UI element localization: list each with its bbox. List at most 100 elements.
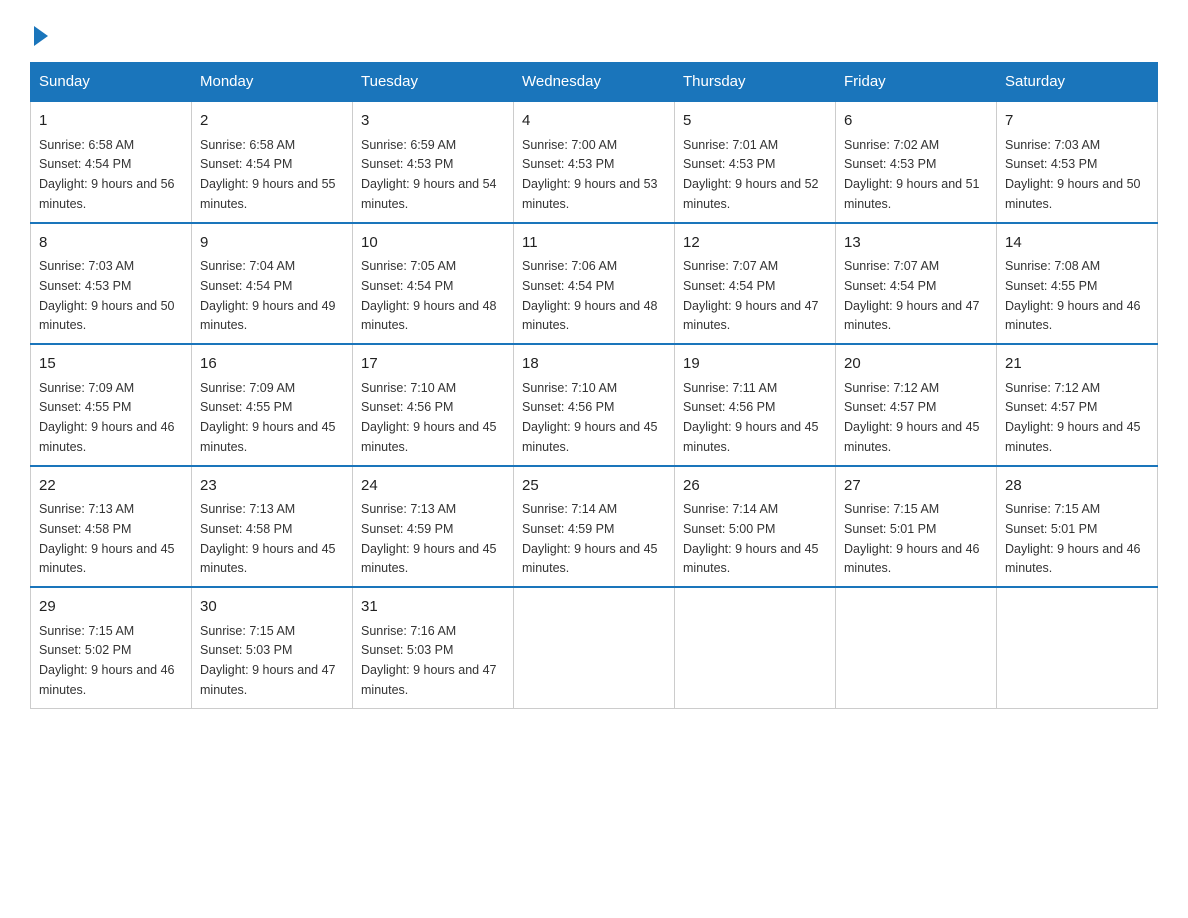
calendar-cell: 6 Sunrise: 7:02 AMSunset: 4:53 PMDaylight… [836,101,997,223]
day-number: 22 [39,475,183,498]
day-number: 29 [39,596,183,619]
calendar-cell: 4Sunrise: 7:00 AMSunset: 4:53 PMDaylight… [514,101,675,223]
day-info: Sunrise: 6:59 AMSunset: 4:53 PMDaylight:… [361,138,497,211]
day-number: 4 [522,110,666,133]
day-number: 30 [200,596,344,619]
day-number: 5 [683,110,827,133]
week-row-2: 8 Sunrise: 7:03 AMSunset: 4:53 PMDaylight… [31,223,1158,345]
day-info: Sunrise: 7:13 AMSunset: 4:58 PMDaylight:… [200,502,336,575]
day-number: 2 [200,110,344,133]
calendar-cell: 7Sunrise: 7:03 AMSunset: 4:53 PMDaylight… [997,101,1158,223]
day-info: Sunrise: 7:15 AMSunset: 5:02 PMDaylight:… [39,624,175,697]
calendar-cell: 11 Sunrise: 7:06 AMSunset: 4:54 PMDayligh… [514,223,675,345]
calendar-cell: 5 Sunrise: 7:01 AMSunset: 4:53 PMDaylight… [675,101,836,223]
weekday-header-wednesday: Wednesday [514,63,675,102]
calendar-cell: 9Sunrise: 7:04 AMSunset: 4:54 PMDaylight… [192,223,353,345]
day-number: 23 [200,475,344,498]
day-info: Sunrise: 7:13 AMSunset: 4:59 PMDaylight:… [361,502,497,575]
day-number: 31 [361,596,505,619]
day-number: 17 [361,353,505,376]
calendar-cell: 25Sunrise: 7:14 AMSunset: 4:59 PMDayligh… [514,466,675,588]
day-number: 27 [844,475,988,498]
day-info: Sunrise: 7:09 AMSunset: 4:55 PMDaylight:… [200,381,336,454]
weekday-header-friday: Friday [836,63,997,102]
day-number: 9 [200,232,344,255]
day-info: Sunrise: 7:01 AMSunset: 4:53 PMDaylight:… [683,138,819,211]
calendar-cell: 21 Sunrise: 7:12 AMSunset: 4:57 PMDayligh… [997,344,1158,466]
day-number: 11 [522,232,666,255]
week-row-1: 1 Sunrise: 6:58 AMSunset: 4:54 PMDaylight… [31,101,1158,223]
day-info: Sunrise: 7:12 AMSunset: 4:57 PMDaylight:… [844,381,980,454]
day-info: Sunrise: 7:05 AMSunset: 4:54 PMDaylight:… [361,259,497,332]
calendar-cell: 8 Sunrise: 7:03 AMSunset: 4:53 PMDaylight… [31,223,192,345]
day-number: 14 [1005,232,1149,255]
day-number: 8 [39,232,183,255]
calendar-cell: 17 Sunrise: 7:10 AMSunset: 4:56 PMDayligh… [353,344,514,466]
day-info: Sunrise: 7:03 AMSunset: 4:53 PMDaylight:… [39,259,175,332]
day-info: Sunrise: 7:10 AMSunset: 4:56 PMDaylight:… [522,381,658,454]
calendar-cell: 24 Sunrise: 7:13 AMSunset: 4:59 PMDayligh… [353,466,514,588]
day-number: 1 [39,110,183,133]
day-number: 21 [1005,353,1149,376]
calendar-cell: 16 Sunrise: 7:09 AMSunset: 4:55 PMDayligh… [192,344,353,466]
day-number: 18 [522,353,666,376]
calendar-cell [675,587,836,708]
calendar-header: SundayMondayTuesdayWednesdayThursdayFrid… [31,63,1158,102]
weekday-header-sunday: Sunday [31,63,192,102]
day-info: Sunrise: 7:11 AMSunset: 4:56 PMDaylight:… [683,381,819,454]
calendar-cell: 31Sunrise: 7:16 AMSunset: 5:03 PMDayligh… [353,587,514,708]
calendar-cell: 28Sunrise: 7:15 AMSunset: 5:01 PMDayligh… [997,466,1158,588]
calendar-cell: 13Sunrise: 7:07 AMSunset: 4:54 PMDayligh… [836,223,997,345]
day-info: Sunrise: 6:58 AMSunset: 4:54 PMDaylight:… [39,138,175,211]
calendar-cell: 1 Sunrise: 6:58 AMSunset: 4:54 PMDaylight… [31,101,192,223]
day-number: 24 [361,475,505,498]
weekday-row: SundayMondayTuesdayWednesdayThursdayFrid… [31,63,1158,102]
calendar-cell: 10 Sunrise: 7:05 AMSunset: 4:54 PMDayligh… [353,223,514,345]
day-number: 12 [683,232,827,255]
logo-flag-icon [34,26,48,46]
day-number: 15 [39,353,183,376]
day-number: 28 [1005,475,1149,498]
calendar-cell: 23 Sunrise: 7:13 AMSunset: 4:58 PMDayligh… [192,466,353,588]
calendar-cell: 30 Sunrise: 7:15 AMSunset: 5:03 PMDayligh… [192,587,353,708]
week-row-5: 29 Sunrise: 7:15 AMSunset: 5:02 PMDayligh… [31,587,1158,708]
calendar-cell: 29 Sunrise: 7:15 AMSunset: 5:02 PMDayligh… [31,587,192,708]
day-number: 3 [361,110,505,133]
calendar-cell: 19 Sunrise: 7:11 AMSunset: 4:56 PMDayligh… [675,344,836,466]
calendar-table: SundayMondayTuesdayWednesdayThursdayFrid… [30,62,1158,709]
calendar-body: 1 Sunrise: 6:58 AMSunset: 4:54 PMDaylight… [31,101,1158,708]
calendar-cell: 27 Sunrise: 7:15 AMSunset: 5:01 PMDayligh… [836,466,997,588]
calendar-cell: 20 Sunrise: 7:12 AMSunset: 4:57 PMDayligh… [836,344,997,466]
calendar-cell: 14 Sunrise: 7:08 AMSunset: 4:55 PMDayligh… [997,223,1158,345]
day-number: 20 [844,353,988,376]
day-info: Sunrise: 7:08 AMSunset: 4:55 PMDaylight:… [1005,259,1141,332]
calendar-cell [836,587,997,708]
calendar-cell [514,587,675,708]
day-info: Sunrise: 7:13 AMSunset: 4:58 PMDaylight:… [39,502,175,575]
calendar-cell: 2Sunrise: 6:58 AMSunset: 4:54 PMDaylight… [192,101,353,223]
day-info: Sunrise: 7:07 AMSunset: 4:54 PMDaylight:… [683,259,819,332]
day-info: Sunrise: 7:15 AMSunset: 5:01 PMDaylight:… [844,502,980,575]
calendar-cell: 3 Sunrise: 6:59 AMSunset: 4:53 PMDaylight… [353,101,514,223]
day-info: Sunrise: 7:10 AMSunset: 4:56 PMDaylight:… [361,381,497,454]
calendar-cell: 15 Sunrise: 7:09 AMSunset: 4:55 PMDayligh… [31,344,192,466]
day-info: Sunrise: 7:02 AMSunset: 4:53 PMDaylight:… [844,138,980,211]
calendar-cell: 26 Sunrise: 7:14 AMSunset: 5:00 PMDayligh… [675,466,836,588]
day-info: Sunrise: 7:14 AMSunset: 5:00 PMDaylight:… [683,502,819,575]
calendar-cell: 12 Sunrise: 7:07 AMSunset: 4:54 PMDayligh… [675,223,836,345]
day-info: Sunrise: 7:07 AMSunset: 4:54 PMDaylight:… [844,259,980,332]
day-number: 6 [844,110,988,133]
day-info: Sunrise: 7:12 AMSunset: 4:57 PMDaylight:… [1005,381,1141,454]
weekday-header-monday: Monday [192,63,353,102]
day-number: 26 [683,475,827,498]
day-number: 16 [200,353,344,376]
day-info: Sunrise: 7:09 AMSunset: 4:55 PMDaylight:… [39,381,175,454]
calendar-cell: 22 Sunrise: 7:13 AMSunset: 4:58 PMDayligh… [31,466,192,588]
day-number: 19 [683,353,827,376]
weekday-header-thursday: Thursday [675,63,836,102]
day-number: 7 [1005,110,1149,133]
day-number: 10 [361,232,505,255]
day-info: Sunrise: 7:06 AMSunset: 4:54 PMDaylight:… [522,259,658,332]
day-info: Sunrise: 7:15 AMSunset: 5:03 PMDaylight:… [200,624,336,697]
calendar-cell: 18 Sunrise: 7:10 AMSunset: 4:56 PMDayligh… [514,344,675,466]
